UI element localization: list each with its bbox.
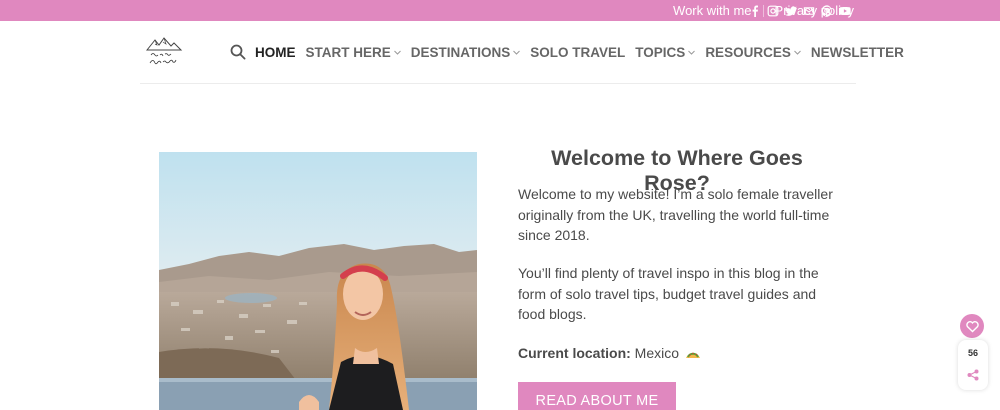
chevron-down-icon [513, 50, 521, 55]
read-about-me-button[interactable]: READ ABOUT ME [518, 382, 676, 410]
nav-newsletter[interactable]: NEWSLETTER [811, 45, 904, 60]
heart-icon [965, 320, 979, 332]
nav-solo-travel-label: SOLO TRAVEL [530, 44, 626, 60]
site-logo[interactable] [144, 33, 184, 73]
youtube-icon[interactable] [839, 5, 851, 17]
chevron-down-icon [688, 50, 696, 55]
email-icon[interactable] [803, 5, 815, 17]
site-header: HOME START HERE DESTINATIONS SOLO TRAVEL… [140, 22, 904, 84]
nav-solo-travel[interactable]: SOLO TRAVEL [530, 45, 625, 60]
chevron-down-icon [793, 50, 801, 55]
taco-icon [685, 352, 700, 358]
nav-topics-label: TOPICS [635, 44, 686, 60]
nav-destinations[interactable]: DESTINATIONS [411, 45, 521, 60]
location-label: Current location: [518, 345, 631, 361]
instagram-icon[interactable] [767, 5, 779, 17]
share-button[interactable] [964, 366, 982, 384]
favorite-button[interactable] [960, 314, 984, 338]
chevron-down-icon [393, 50, 401, 55]
nav-home-label: HOME [255, 44, 296, 60]
pinterest-icon[interactable] [821, 4, 833, 17]
nav-newsletter-label: NEWSLETTER [810, 44, 904, 60]
top-bar: Work with me Privacy policy [0, 0, 1000, 21]
location-value: Mexico [634, 345, 680, 361]
blog-description-paragraph: You’ll find plenty of travel inspo in th… [518, 265, 819, 322]
share-count: 56 [967, 348, 978, 358]
hero-photo [159, 152, 477, 410]
work-with-me-link[interactable]: Work with me [673, 3, 752, 18]
main-nav: HOME START HERE DESTINATIONS SOLO TRAVEL… [230, 42, 914, 62]
nav-resources-label: RESOURCES [705, 44, 791, 60]
nav-topics[interactable]: TOPICS [635, 44, 696, 60]
nav-home[interactable]: HOME [255, 45, 296, 60]
current-location: Current location: Mexico [518, 345, 701, 361]
twitter-icon[interactable] [785, 5, 797, 17]
search-icon[interactable] [230, 44, 246, 60]
facebook-icon[interactable] [749, 5, 761, 17]
nav-resources[interactable]: RESOURCES [705, 45, 801, 60]
nav-destinations-label: DESTINATIONS [410, 44, 511, 60]
social-icons [749, 2, 857, 19]
nav-start-here[interactable]: START HERE [306, 45, 401, 60]
share-widget: 56 [958, 340, 988, 390]
share-icon [967, 369, 979, 381]
intro-paragraph: Welcome to my website! I’m a solo female… [518, 186, 833, 243]
nav-start-here-label: START HERE [305, 44, 391, 60]
